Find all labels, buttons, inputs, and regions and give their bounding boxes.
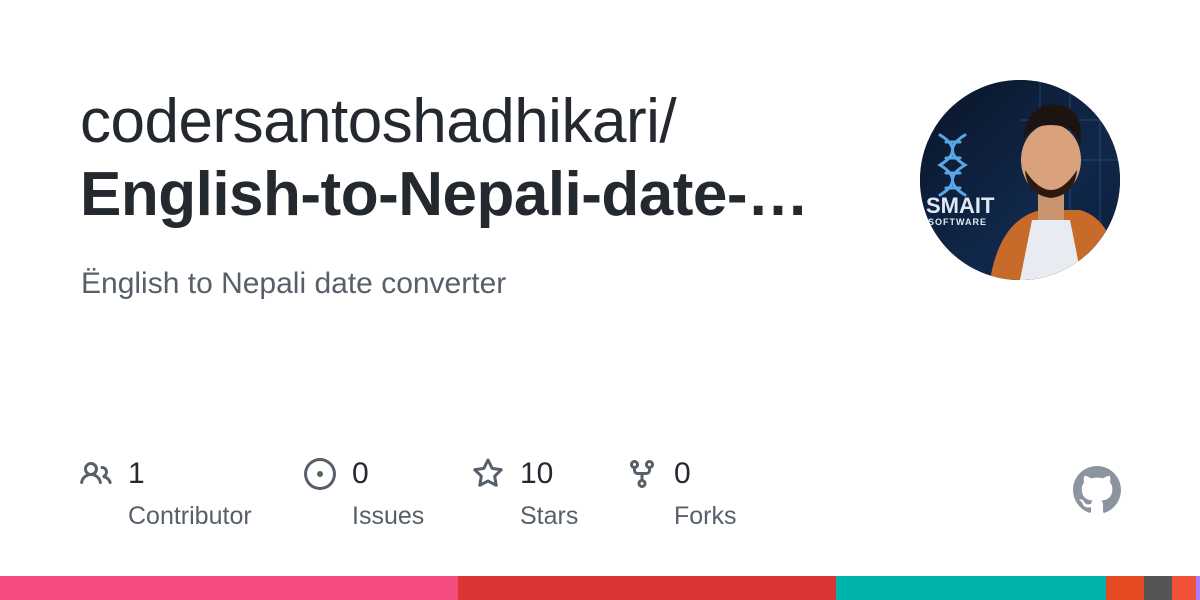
svg-text:SMAIT: SMAIT — [926, 193, 995, 218]
language-bar — [0, 576, 1200, 600]
language-bar-segment — [1172, 576, 1197, 600]
language-bar-segment — [836, 576, 1107, 600]
github-mark-icon[interactable] — [1073, 466, 1121, 514]
forks-count: 0 — [674, 457, 691, 490]
contributors-count: 1 — [128, 457, 145, 490]
language-bar-segment — [1106, 576, 1144, 600]
language-bar-segment — [1143, 576, 1173, 600]
star-icon — [473, 458, 503, 487]
forks-label: Forks — [674, 502, 737, 530]
repo-name[interactable]: English-to-Nepali-date-… — [80, 159, 840, 231]
issues-label: Issues — [352, 502, 425, 530]
repo-social-card: codersantoshadhikari/ English-to-Nepali-… — [0, 0, 1200, 600]
stars-count: 10 — [520, 457, 554, 490]
repo-owner[interactable]: codersantoshadhikari/ — [80, 86, 677, 158]
svg-text:SOFTWARE: SOFTWARE — [928, 217, 987, 227]
language-bar-segment — [1196, 576, 1200, 600]
repo-description: Ënglish to Nepali date converter — [81, 267, 507, 300]
stars-label: Stars — [520, 502, 579, 530]
issues-count: 0 — [352, 457, 369, 490]
language-bar-segment — [458, 576, 837, 600]
owner-avatar[interactable]: SMAIT SOFTWARE — [920, 80, 1120, 280]
people-icon — [80, 461, 112, 485]
language-bar-segment — [0, 576, 459, 600]
avatar-image: SMAIT SOFTWARE — [920, 80, 1120, 280]
repo-forked-icon — [630, 460, 654, 489]
issue-opened-icon — [304, 458, 336, 490]
contributors-label: Contributor — [128, 502, 252, 530]
